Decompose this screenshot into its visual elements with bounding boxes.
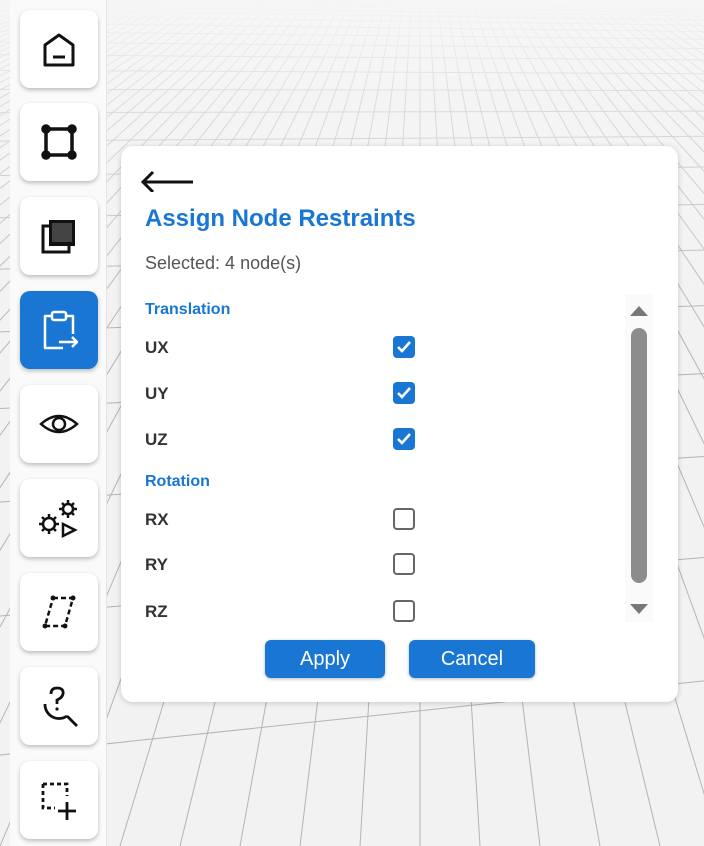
checkbox-uz[interactable] [393,428,415,450]
assign-button[interactable] [20,291,98,369]
square-nodes-icon [41,124,77,160]
run-analysis-button[interactable] [20,479,98,557]
left-toolbar [10,0,107,846]
layers-button[interactable] [20,197,98,275]
checkbox-rz[interactable] [393,600,415,622]
restraint-label-ry: RY [145,555,168,574]
checkbox-rx[interactable] [393,508,415,530]
back-arrow-icon[interactable] [139,156,197,192]
checkbox-ux[interactable] [393,336,415,358]
selected-count: Selected: 4 node(s) [145,253,302,273]
home-button[interactable] [20,10,98,88]
shape-edit-button[interactable] [20,573,98,651]
section-rotation: Rotation [145,473,210,490]
vertical-scrollbar[interactable] [625,294,653,622]
dashed-box-plus-icon [41,782,76,820]
select-nodes-button[interactable] [20,103,98,181]
panel-title: Assign Node Restraints [145,205,416,232]
checkmark-icon [397,433,411,445]
apply-button[interactable]: Apply [265,640,385,678]
scrollbar-thumb [631,328,647,583]
eye-icon [39,414,79,434]
layers-icon [41,220,75,254]
checkbox-ry[interactable] [393,553,415,575]
cancel-button[interactable]: Cancel [409,640,535,678]
clipboard-arrow-icon [43,310,79,350]
question-search-icon [43,686,78,727]
view-button[interactable] [20,385,98,463]
restraint-label-rx: RX [145,510,169,529]
home-icon [43,33,75,67]
assign-node-restraints-panel: Assign Node Restraints Selected: 4 node(… [121,146,678,702]
checkmark-icon [397,341,411,353]
restraint-label-rz: RZ [145,602,168,621]
add-selection-button[interactable] [20,761,98,839]
restraint-label-uy: UY [145,384,169,403]
parallelogram-icon [42,595,76,629]
query-button[interactable] [20,667,98,745]
restraint-label-ux: UX [145,338,169,357]
checkmark-icon [397,387,411,399]
section-translation: Translation [145,301,231,318]
restraint-label-uz: UZ [145,430,168,449]
gears-play-icon [39,500,78,539]
checkbox-uy[interactable] [393,382,415,404]
